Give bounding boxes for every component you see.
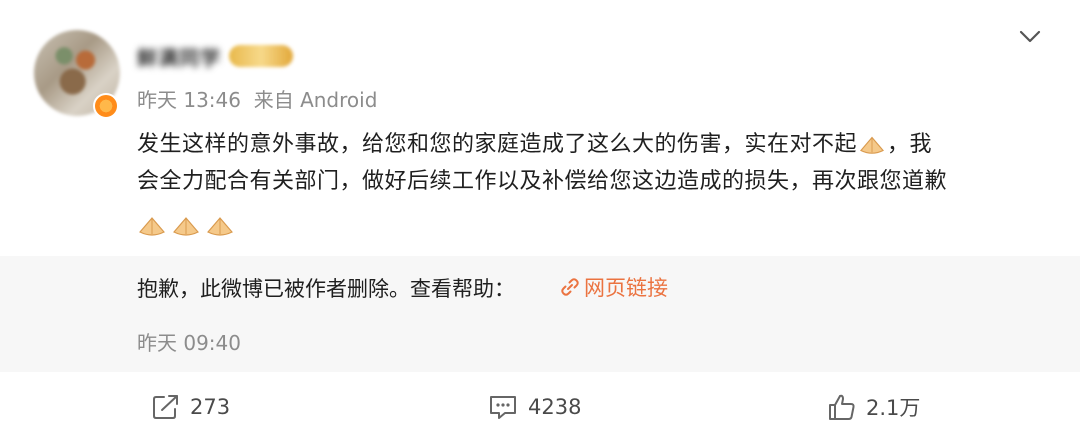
- post-meta: 昨天 13:46 来自 Android: [137, 88, 378, 112]
- author-name[interactable]: 鲜满同学: [137, 42, 221, 71]
- vip-crown-badge-icon: [229, 45, 293, 67]
- post-body: 发生这样的意外事故，给您和您的家庭造成了这么大的伤害，实在对不起 ，我 会全力配…: [137, 126, 1049, 200]
- thumbs-up-icon: [829, 394, 855, 420]
- comment-button[interactable]: 4238: [488, 392, 581, 422]
- post-text-segment-tail: ，我: [887, 132, 933, 157]
- link-icon: [561, 278, 579, 296]
- post-text-segment: 发生这样的意外事故，给您和您的家庭造成了这么大的伤害，实在对不起: [137, 132, 858, 157]
- repost-box[interactable]: 抱歉，此微博已被作者删除。查看帮助： 网页链接 昨天 09:40: [0, 256, 1080, 372]
- forward-count: 273: [190, 395, 231, 419]
- deleted-notice: 抱歉，此微博已被作者删除。查看帮助：: [137, 277, 515, 301]
- avatar-verified-badge-icon: [93, 93, 119, 119]
- forward-button[interactable]: 273: [152, 392, 230, 422]
- web-link[interactable]: 网页链接: [560, 271, 668, 303]
- like-button[interactable]: 2.1万: [828, 392, 920, 422]
- comment-count: 4238: [528, 395, 582, 419]
- comment-icon: [490, 396, 516, 419]
- folded-hands-icon: [860, 136, 884, 154]
- web-link-label: 网页链接: [584, 276, 668, 300]
- post-text-line-1: 发生这样的意外事故，给您和您的家庭造成了这么大的伤害，实在对不起 ，我: [137, 126, 1049, 163]
- share-icon: [153, 395, 178, 419]
- weibo-post-card: 鲜满同学 昨天 13:46 来自 Android 发生这样的意外事故，给您和您的…: [0, 0, 1080, 436]
- post-text-line-2: 会全力配合有关部门，做好后续工作以及补偿给您这边造成的损失，再次跟您道歉: [137, 169, 948, 194]
- more-options-button[interactable]: [1016, 26, 1044, 48]
- author-row: 鲜满同学: [137, 42, 293, 70]
- emoji-row: [136, 212, 236, 238]
- folded-hands-icon: [139, 217, 165, 236]
- action-bar: 273 4238 2.1万: [0, 380, 1080, 436]
- like-count: 2.1万: [866, 396, 921, 420]
- repost-time: 昨天 09:40: [137, 331, 241, 355]
- folded-hands-icon: [173, 217, 199, 236]
- folded-hands-icon: [207, 217, 233, 236]
- chevron-down-icon: [1019, 30, 1041, 43]
